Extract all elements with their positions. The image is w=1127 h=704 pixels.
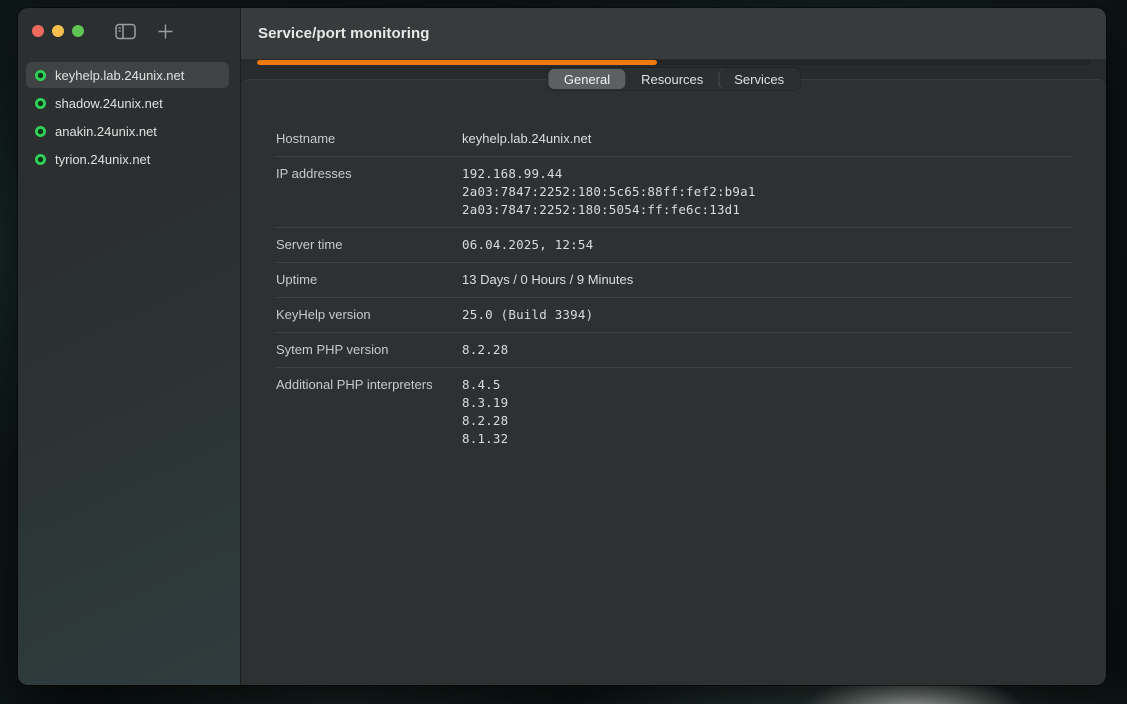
tab-general[interactable]: General [548,69,625,89]
tab-label: Resources [641,72,703,87]
add-server-button[interactable] [157,23,174,40]
details-table: Hostname keyhelp.lab.24unix.net IP addre… [241,80,1106,456]
sidebar-item-server[interactable]: anakin.24unix.net [26,118,229,144]
detail-values: 192.168.99.442a03:7847:2252:180:5c65:88f… [462,165,1072,219]
sidebar-header [18,8,240,54]
detail-label: Server time [276,236,462,254]
minimize-button[interactable] [52,25,64,37]
detail-value-line: 2a03:7847:2252:180:5c65:88ff:fef2:b9a1 [462,183,1072,201]
detail-label: KeyHelp version [276,306,462,324]
detail-value-line: 13 Days / 0 Hours / 9 Minutes [462,271,1072,289]
add-icon [157,23,174,40]
sidebar-item-server[interactable]: keyhelp.lab.24unix.net [26,62,229,88]
sidebar-toggle-icon [115,23,136,40]
tab-label: General [564,72,610,87]
sidebar: keyhelp.lab.24unix.net shadow.24unix.net… [18,8,241,685]
sidebar-toggle-button[interactable] [115,23,136,40]
detail-value-line: 8.2.28 [462,412,1072,430]
detail-value-line: 06.04.2025, 12:54 [462,236,1072,254]
detail-values: 25.0 (Build 3394) [462,306,1072,324]
progress-bar [257,60,1090,65]
detail-label: Hostname [276,130,462,148]
detail-value-line: 8.1.32 [462,430,1072,448]
detail-values: keyhelp.lab.24unix.net [462,130,1072,148]
detail-label: IP addresses [276,165,462,219]
content-panel: General Resources Services Hostname keyh… [241,79,1106,685]
main-area: Service/port monitoring General Resource… [241,8,1106,685]
toolbar: Service/port monitoring [241,8,1106,59]
status-online-icon [35,126,46,137]
detail-value-line: 25.0 (Build 3394) [462,306,1072,324]
status-online-icon [35,70,46,81]
detail-row: Uptime 13 Days / 0 Hours / 9 Minutes [276,263,1072,298]
app-window: keyhelp.lab.24unix.net shadow.24unix.net… [18,8,1106,685]
detail-row: Sytem PHP version 8.2.28 [276,333,1072,368]
detail-row: KeyHelp version 25.0 (Build 3394) [276,298,1072,333]
server-name-label: tyrion.24unix.net [55,152,150,167]
detail-label: Sytem PHP version [276,341,462,359]
tab-resources[interactable]: Resources [625,69,718,89]
server-name-label: anakin.24unix.net [55,124,157,139]
detail-values: 8.2.28 [462,341,1072,359]
sidebar-item-server[interactable]: shadow.24unix.net [26,90,229,116]
detail-value-line: keyhelp.lab.24unix.net [462,130,1072,148]
sidebar-item-server[interactable]: tyrion.24unix.net [26,146,229,172]
server-list: keyhelp.lab.24unix.net shadow.24unix.net… [18,62,240,172]
detail-values: 06.04.2025, 12:54 [462,236,1072,254]
zoom-button[interactable] [72,25,84,37]
close-button[interactable] [32,25,44,37]
detail-value-line: 8.2.28 [462,341,1072,359]
detail-label: Additional PHP interpreters [276,376,462,448]
detail-row: Additional PHP interpreters 8.4.58.3.198… [276,368,1072,456]
tab-services[interactable]: Services [718,69,799,89]
detail-value-line: 8.3.19 [462,394,1072,412]
progress-fill [257,60,657,65]
server-name-label: keyhelp.lab.24unix.net [55,68,184,83]
page-title: Service/port monitoring [258,25,430,42]
server-name-label: shadow.24unix.net [55,96,163,111]
status-online-icon [35,154,46,165]
detail-label: Uptime [276,271,462,289]
traffic-lights [32,25,92,37]
detail-row: Server time 06.04.2025, 12:54 [276,228,1072,263]
detail-row: Hostname keyhelp.lab.24unix.net [276,122,1072,157]
tab-label: Services [734,72,784,87]
detail-values: 13 Days / 0 Hours / 9 Minutes [462,271,1072,289]
tab-bar: General Resources Services [547,68,800,90]
detail-value-line: 8.4.5 [462,376,1072,394]
detail-value-line: 192.168.99.44 [462,165,1072,183]
detail-values: 8.4.58.3.198.2.288.1.32 [462,376,1072,448]
status-online-icon [35,98,46,109]
detail-value-line: 2a03:7847:2252:180:5054:ff:fe6c:13d1 [462,201,1072,219]
detail-row: IP addresses 192.168.99.442a03:7847:2252… [276,157,1072,228]
